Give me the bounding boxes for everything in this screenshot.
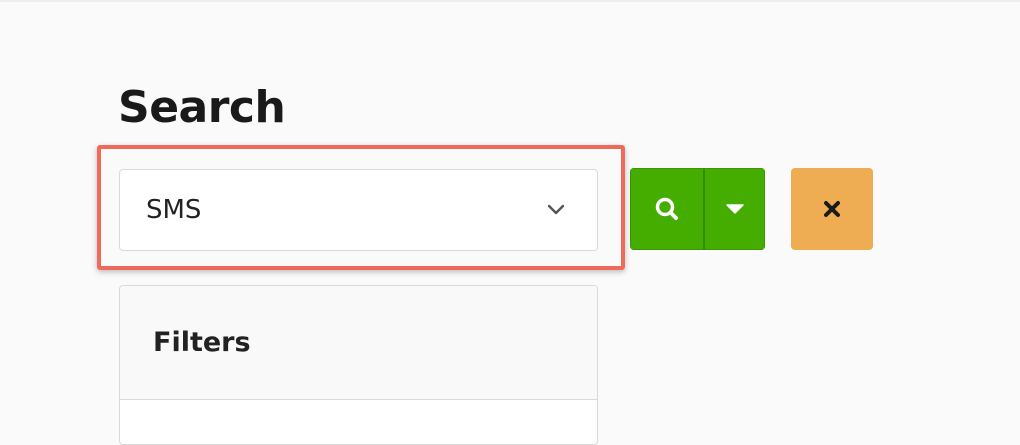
close-icon [824,201,840,217]
search-type-select[interactable]: SMS [119,169,598,251]
clear-button[interactable] [791,168,873,250]
filters-title: Filters [153,327,251,358]
select-value: SMS [146,195,202,225]
top-border [0,0,1020,2]
filters-header: Filters [120,286,597,400]
search-icon [655,197,678,220]
search-options-dropdown-button[interactable] [705,168,765,250]
search-button[interactable] [630,168,705,250]
search-button-group [630,168,765,250]
caret-down-icon [725,204,744,214]
page-title: Search [118,82,286,133]
filters-panel: Filters [119,285,598,445]
chevron-down-icon [547,201,565,219]
